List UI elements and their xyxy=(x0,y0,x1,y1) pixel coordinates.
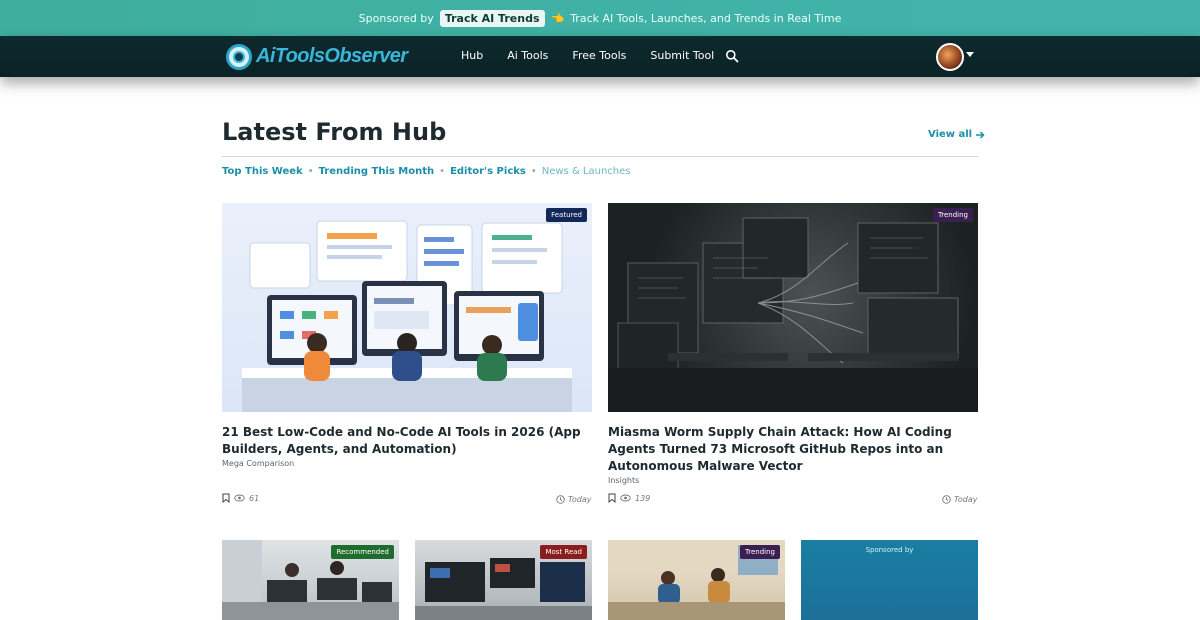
filter-top-this-week[interactable]: Top This Week xyxy=(222,166,303,177)
nav-link-submit-tool[interactable]: Submit Tool xyxy=(650,49,714,62)
view-count: 139 xyxy=(635,493,651,503)
time-label: Today xyxy=(568,495,592,504)
filter-editors-picks[interactable]: Editor's Picks xyxy=(450,166,526,177)
trending-badge: Trending xyxy=(933,208,973,222)
sponsor-bar: Sponsored by Track AI Trends 👈 Track AI … xyxy=(0,0,1200,36)
card-time: Today xyxy=(556,495,592,504)
arrow-right-icon xyxy=(976,130,985,139)
sponsor-tagline: Track AI Tools, Launches, and Trends in … xyxy=(570,11,842,25)
filter-news-launches[interactable]: News & Launches xyxy=(542,166,631,177)
nav-link-ai-tools[interactable]: Ai Tools xyxy=(507,49,548,62)
filter-trending-this-month[interactable]: Trending This Month xyxy=(319,166,435,177)
site-logo[interactable]: AiToolsObserver xyxy=(226,43,408,70)
small-card-image-office[interactable]: Recommended xyxy=(222,540,399,620)
card-meta: 139 xyxy=(608,493,650,503)
section-title: Latest From Hub xyxy=(222,118,447,146)
office-illustration xyxy=(242,220,572,412)
filter-tabs: Top This Week • Trending This Month • Ed… xyxy=(222,166,631,177)
card-title-miasma[interactable]: Miasma Worm Supply Chain Attack: How AI … xyxy=(608,424,978,475)
separator-dot: • xyxy=(439,166,446,177)
time-label: Today xyxy=(954,495,978,504)
card-meta: 61 xyxy=(222,493,259,503)
small-card-image-dashboards[interactable]: Most Read xyxy=(415,540,592,620)
bookmark-icon[interactable] xyxy=(222,493,230,503)
bookmark-icon[interactable] xyxy=(608,493,616,503)
trending-badge: Trending xyxy=(740,545,780,559)
section-divider xyxy=(222,156,978,157)
sponsor-prefix: Sponsored by xyxy=(358,11,434,25)
card-category: Insights xyxy=(608,476,640,485)
card-time: Today xyxy=(942,495,978,504)
view-all-label: View all xyxy=(928,129,973,140)
small-card-image-classroom[interactable]: Trending xyxy=(608,540,785,620)
featured-badge: Featured xyxy=(546,208,587,222)
view-count: 61 xyxy=(249,493,260,503)
search-icon[interactable] xyxy=(725,49,739,63)
nav-link-hub[interactable]: Hub xyxy=(461,49,483,62)
sponsor-link[interactable]: Track AI Trends xyxy=(439,9,545,27)
sponsored-label: Sponsored by xyxy=(865,546,914,554)
eye-logo-icon xyxy=(226,43,252,70)
card-image-miasma[interactable]: Trending xyxy=(608,203,978,412)
separator-dot: • xyxy=(307,166,314,177)
logo-text: AiToolsObserver xyxy=(256,45,408,67)
server-room-illustration xyxy=(608,217,978,412)
pointing-hand-icon: 👈 xyxy=(550,11,565,25)
card-title-low-code[interactable]: 21 Best Low-Code and No-Code AI Tools in… xyxy=(222,424,592,458)
site-navbar: AiToolsObserver Hub Ai Tools Free Tools … xyxy=(0,36,1200,77)
card-image-low-code[interactable]: Featured xyxy=(222,203,592,412)
clock-icon xyxy=(556,495,565,504)
eye-icon xyxy=(620,494,631,502)
view-all-link[interactable]: View all xyxy=(928,129,985,140)
most-read-badge: Most Read xyxy=(540,545,587,559)
nav-links: Hub Ai Tools Free Tools Submit Tool xyxy=(461,49,714,62)
sponsored-ad-box[interactable]: Sponsored by xyxy=(801,540,978,620)
nav-link-free-tools[interactable]: Free Tools xyxy=(572,49,626,62)
user-avatar[interactable] xyxy=(936,43,964,71)
recommended-badge: Recommended xyxy=(331,545,394,559)
caret-down-icon[interactable] xyxy=(966,52,974,57)
clock-icon xyxy=(942,495,951,504)
separator-dot: • xyxy=(530,166,537,177)
card-category: Mega Comparison xyxy=(222,459,295,468)
eye-icon xyxy=(234,494,245,502)
